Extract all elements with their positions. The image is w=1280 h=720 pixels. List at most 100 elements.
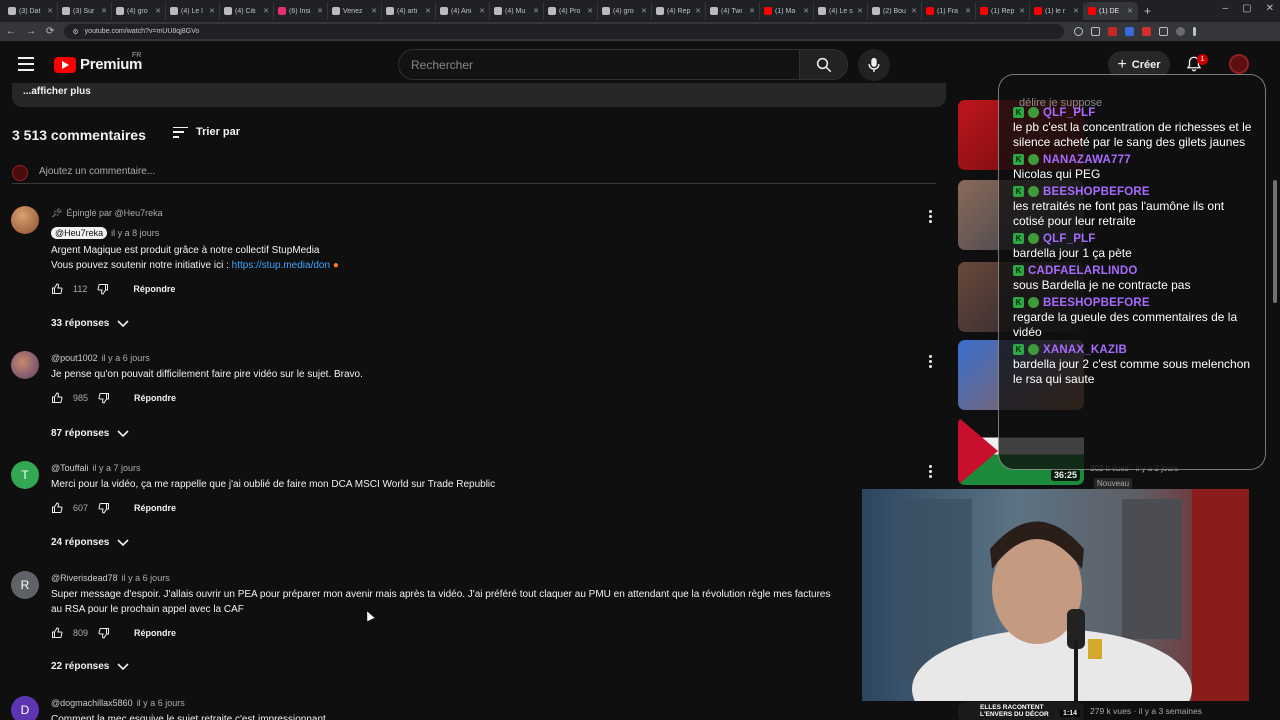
chat-username[interactable]: NANAZAWA777 (1043, 154, 1131, 166)
menu-icon[interactable] (18, 57, 34, 71)
author-chip[interactable]: @Heu7reka (51, 227, 108, 239)
tab-close-icon[interactable]: ✕ (641, 7, 647, 15)
browser-tab[interactable]: (3) Dat ✕ (4, 2, 58, 20)
chat-username[interactable]: QLF_PLF (1043, 107, 1096, 119)
comment-author[interactable]: @pout1002 (51, 353, 98, 363)
search-button[interactable] (800, 49, 848, 80)
extension-red2-icon[interactable] (1142, 27, 1152, 36)
avatar[interactable] (11, 206, 39, 234)
youtube-premium-logo[interactable]: Premium FR (54, 52, 142, 73)
browser-tab[interactable]: (1) DE ✕ (1084, 2, 1138, 20)
forward-icon[interactable]: → (26, 26, 36, 37)
zoom-icon[interactable] (1074, 27, 1084, 36)
chat-username[interactable]: BEESHOPBEFORE (1043, 297, 1150, 309)
tab-close-icon[interactable]: ✕ (1073, 7, 1079, 15)
comment-author[interactable]: @dogmachillax5860 (51, 698, 133, 708)
browser-tab[interactable]: (4) Twi ✕ (706, 2, 760, 20)
browser-tab[interactable]: (4) Pro ✕ (544, 2, 598, 20)
replies-toggle[interactable]: 24 réponses (51, 537, 129, 548)
comment-time[interactable]: il y a 6 jours (122, 573, 170, 583)
comment-time[interactable]: il y a 6 jours (102, 353, 150, 363)
tab-close-icon[interactable]: ✕ (425, 7, 431, 15)
browser-tab[interactable]: (4) gro ✕ (598, 2, 652, 20)
donation-link[interactable]: https://stup.media/don (232, 260, 330, 271)
related-video-thumbnail[interactable]: ELLES RACONTENT L'ENVERS DU DÉCOR 1:14 (958, 702, 1084, 720)
tab-close-icon[interactable]: ✕ (695, 7, 701, 15)
avatar[interactable]: T (11, 461, 39, 489)
chat-username[interactable]: CADFAELARLINDO (1028, 265, 1138, 277)
tab-close-icon[interactable]: ✕ (749, 7, 755, 15)
tab-close-icon[interactable]: ✕ (101, 7, 107, 15)
page-scrollbar[interactable] (1273, 180, 1277, 303)
bookmark-icon[interactable] (1091, 27, 1101, 36)
browser-tab[interactable]: (1) Fra ✕ (922, 2, 976, 20)
dislike-icon[interactable] (98, 502, 110, 514)
avatar[interactable]: R (11, 571, 39, 599)
chat-username[interactable]: XANAX_KAZIB (1043, 344, 1127, 356)
browser-tab[interactable]: (4) arti ✕ (382, 2, 436, 20)
comment-menu-icon[interactable] (929, 210, 933, 223)
extension-puzzle-icon[interactable] (1159, 27, 1169, 36)
tab-close-icon[interactable]: ✕ (533, 7, 539, 15)
browser-tab[interactable]: (4) Citi ✕ (220, 2, 274, 20)
maximize-icon[interactable]: ▢ (1242, 3, 1251, 14)
comment-time[interactable]: il y a 8 jours (111, 228, 159, 238)
browser-tab[interactable]: (4) Ani ✕ (436, 2, 490, 20)
browser-tab[interactable]: (4) Le s ✕ (814, 2, 868, 20)
browser-tab[interactable]: (3) Sur ✕ (58, 2, 112, 20)
profile-icon[interactable] (1176, 27, 1186, 36)
description-box[interactable]: ...afficher plus (12, 83, 946, 107)
reply-button[interactable]: Répondre (133, 284, 175, 294)
browser-tab[interactable]: (4) Le l ✕ (166, 2, 220, 20)
sort-button[interactable]: Trier par (173, 126, 240, 138)
url-field[interactable]: ⚙ youtube.com/watch?v=mUU8qj8GVo (64, 24, 1065, 39)
reply-button[interactable]: Répondre (134, 628, 176, 638)
browser-tab[interactable]: (4) gro ✕ (112, 2, 166, 20)
avatar[interactable] (11, 351, 39, 379)
browser-tab[interactable]: (1) Ma ✕ (760, 2, 814, 20)
show-more-link[interactable]: ...afficher plus (23, 86, 91, 97)
account-avatar[interactable] (1229, 54, 1249, 74)
dislike-icon[interactable] (98, 627, 110, 639)
browser-tab[interactable]: (6) Insi ✕ (274, 2, 328, 20)
extension-red-icon[interactable] (1108, 27, 1118, 36)
like-icon[interactable] (51, 392, 63, 404)
replies-toggle[interactable]: 87 réponses (51, 428, 129, 439)
tab-close-icon[interactable]: ✕ (209, 7, 215, 15)
tab-close-icon[interactable]: ✕ (371, 7, 377, 15)
extension-blue-icon[interactable] (1125, 27, 1135, 36)
voice-search-button[interactable] (858, 49, 890, 81)
comment-time[interactable]: il y a 7 jours (93, 463, 141, 473)
site-info-icon[interactable]: ⚙ (72, 28, 78, 36)
back-icon[interactable]: ← (6, 26, 16, 37)
tab-close-icon[interactable]: ✕ (1127, 7, 1133, 15)
tab-close-icon[interactable]: ✕ (155, 7, 161, 15)
reload-icon[interactable]: ⟳ (46, 26, 54, 37)
tab-close-icon[interactable]: ✕ (47, 7, 53, 15)
chat-username[interactable]: BEESHOPBEFORE (1043, 186, 1150, 198)
comment-author[interactable]: @Touffali (51, 463, 89, 473)
browser-tab[interactable]: Venez ✕ (328, 2, 382, 20)
tab-close-icon[interactable]: ✕ (317, 7, 323, 15)
replies-toggle[interactable]: 22 réponses (51, 661, 129, 672)
browser-tab[interactable]: (2) Bou ✕ (868, 2, 922, 20)
tab-close-icon[interactable]: ✕ (263, 7, 269, 15)
search-input[interactable]: Rechercher (398, 49, 800, 80)
tab-close-icon[interactable]: ✕ (857, 7, 863, 15)
browser-tab[interactable]: (1) Rep ✕ (976, 2, 1030, 20)
browser-tab[interactable]: (1) le r ✕ (1030, 2, 1084, 20)
browser-tab[interactable]: (4) Mu ✕ (490, 2, 544, 20)
like-icon[interactable] (51, 283, 63, 295)
like-icon[interactable] (51, 627, 63, 639)
chat-username[interactable]: QLF_PLF (1043, 233, 1096, 245)
comment-time[interactable]: il y a 6 jours (137, 698, 185, 708)
close-window-icon[interactable]: ✕ (1266, 3, 1274, 14)
tab-close-icon[interactable]: ✕ (911, 7, 917, 15)
browser-menu-icon[interactable] (1193, 27, 1197, 36)
reply-button[interactable]: Répondre (134, 503, 176, 513)
minimize-icon[interactable]: – (1223, 3, 1229, 14)
reply-button[interactable]: Répondre (134, 393, 176, 403)
like-icon[interactable] (51, 502, 63, 514)
add-comment-field[interactable]: Ajoutez un commentaire... (12, 164, 936, 184)
browser-tab[interactable]: (4) Rep ✕ (652, 2, 706, 20)
